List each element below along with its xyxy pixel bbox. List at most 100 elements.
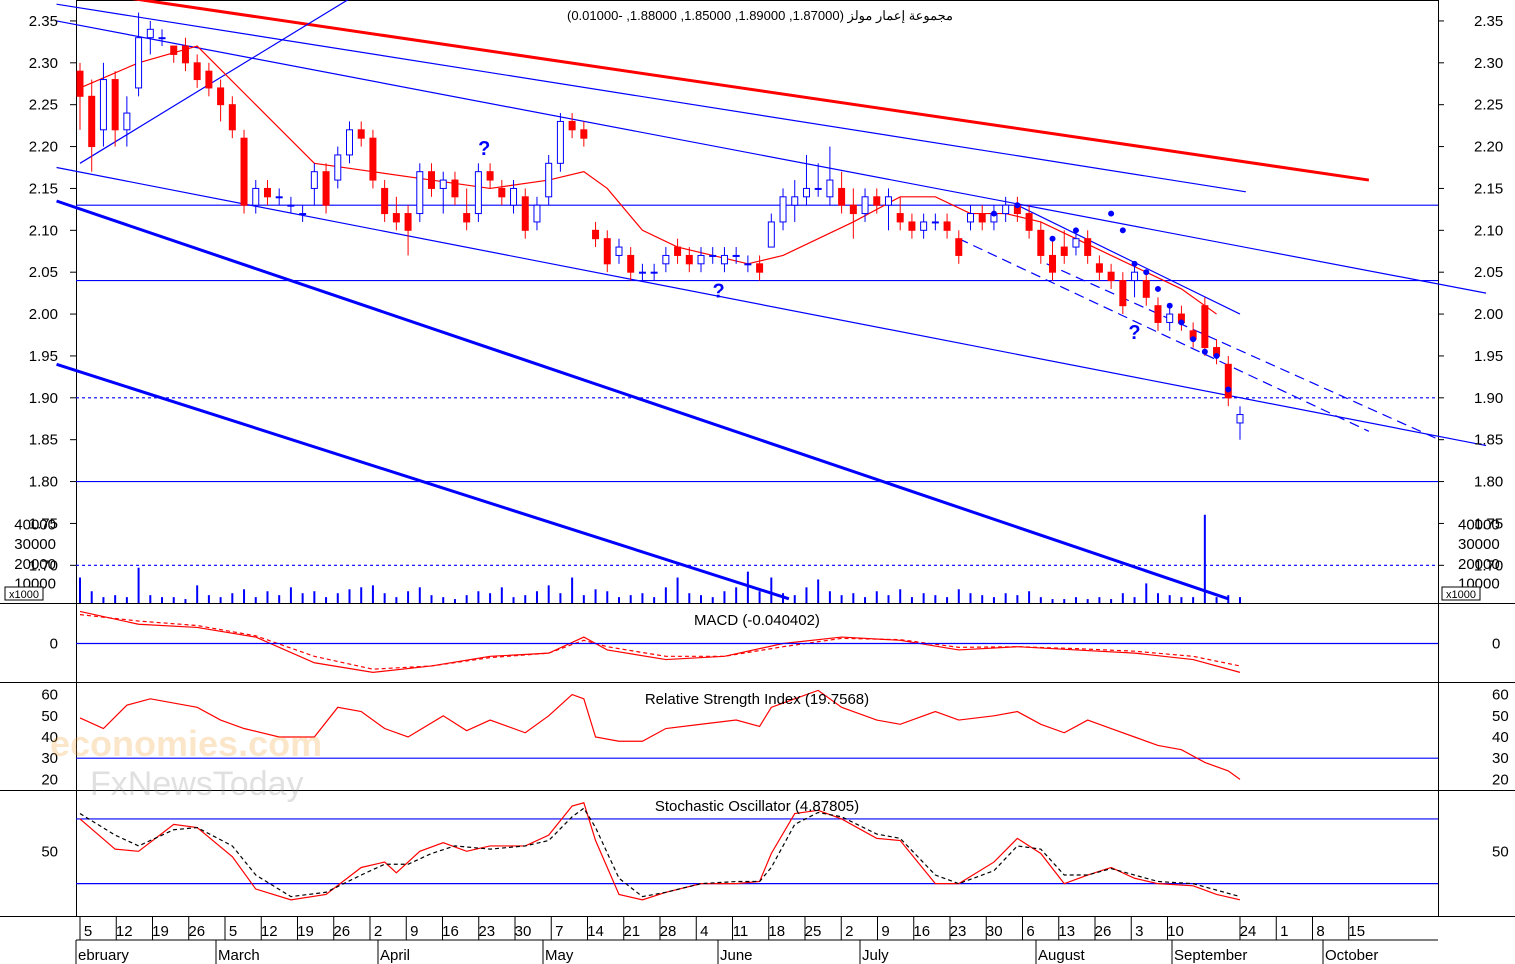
price-tick-left-10: 1.85 (29, 432, 58, 449)
candle-body-9 (181, 45, 189, 64)
candle-body-66 (849, 204, 857, 215)
candle-body-46 (615, 246, 623, 256)
candle-body-28 (404, 213, 412, 231)
candle-body-71 (908, 221, 916, 231)
candle-body-10 (193, 62, 201, 81)
volume-tick-right-0: 40000 (1458, 517, 1500, 534)
day-tick-29: 3 (1135, 923, 1143, 940)
pattern-dot-14 (1072, 227, 1079, 234)
candle-body-76 (967, 213, 975, 223)
candle-body-31 (439, 179, 447, 189)
day-tick-5: 12 (261, 923, 278, 940)
price-tick-right-0: 2.35 (1474, 13, 1503, 30)
price-tick-right-8: 1.95 (1474, 348, 1503, 365)
month-label-6: August (1038, 947, 1086, 964)
macd-tick-left-0: 0 (50, 636, 58, 653)
candle-body-52 (685, 254, 693, 265)
pattern-dot-12 (1014, 202, 1021, 209)
month-label-7: September (1174, 947, 1247, 964)
candle-body-84 (1060, 246, 1068, 256)
candle-body-13 (228, 104, 236, 131)
candle-body-34 (474, 171, 482, 215)
candle-body-64 (826, 179, 834, 198)
candle-body-39 (533, 204, 541, 223)
month-label-0: ebruary (78, 947, 129, 964)
day-tick-11: 23 (478, 923, 495, 940)
candle-body-68 (873, 196, 881, 206)
candle-body-87 (1095, 263, 1103, 273)
day-tick-13: 7 (555, 923, 563, 940)
price-tick-left-0: 2.35 (29, 13, 58, 30)
candle-body-37 (510, 187, 518, 206)
stock-chart: ??? 2.35 2.35 2.30 2.30 2.25 2.25 2.20 2.20 2.15… (0, 0, 1515, 964)
candle-body-26 (381, 187, 389, 215)
candle-body-93 (1166, 313, 1174, 323)
candle-body-30 (428, 171, 436, 189)
volume-tick-right-2: 20000 (1458, 556, 1500, 573)
candle-body-90 (1131, 271, 1139, 282)
day-tick-0: 5 (84, 923, 92, 940)
price-tick-right-11: 1.80 (1474, 474, 1503, 491)
candle-body-19 (299, 213, 307, 216)
candle-body-75 (955, 238, 963, 256)
question-marker-2: ? (1128, 322, 1140, 344)
price-tick-right-3: 2.20 (1474, 139, 1503, 156)
candle-body-25 (369, 137, 377, 181)
candle-body-54 (709, 254, 717, 257)
day-tick-27: 13 (1058, 923, 1075, 940)
price-tick-left-6: 2.05 (29, 264, 58, 281)
candle-body-77 (978, 213, 986, 223)
candle-body-67 (861, 196, 869, 215)
candle-body-22 (334, 154, 342, 181)
price-tick-right-9: 1.90 (1474, 390, 1503, 407)
candle-body-40 (545, 162, 553, 198)
day-tick-14: 14 (587, 923, 604, 940)
candle-body-69 (884, 196, 892, 206)
candle-body-3 (111, 79, 119, 131)
candle-body-91 (1142, 280, 1150, 298)
candle-body-41 (556, 120, 564, 164)
rsi-tick-right-1: 50 (1492, 708, 1509, 725)
candle-body-35 (486, 171, 494, 181)
candle-body-36 (498, 187, 506, 198)
pattern-dot-2 (1131, 260, 1138, 267)
rsi-tick-right-3: 30 (1492, 750, 1509, 767)
day-tick-16: 28 (660, 923, 677, 940)
candle-body-56 (732, 254, 740, 257)
price-tick-left-8: 1.95 (29, 348, 58, 365)
question-marker-0: ? (478, 138, 490, 160)
candle-body-5 (135, 37, 143, 89)
question-marker-1: ? (712, 280, 724, 302)
candle-body-48 (638, 271, 646, 274)
price-tick-left-1: 2.30 (29, 55, 58, 72)
candle-body-49 (650, 271, 658, 274)
pattern-dot-3 (1143, 269, 1150, 276)
month-label-4: June (720, 947, 753, 964)
volume-tick-left-0: 40000 (14, 517, 56, 534)
candle-body-79 (1002, 204, 1010, 215)
candle-body-29 (416, 171, 424, 215)
volume-tick-right-1: 30000 (1458, 536, 1500, 553)
day-tick-2: 19 (152, 923, 169, 940)
macd-label: MACD (-0.040402) (694, 612, 820, 629)
candle-body-89 (1119, 280, 1127, 307)
candle-body-27 (392, 213, 400, 223)
day-tick-4: 5 (229, 923, 237, 940)
day-tick-17: 4 (700, 923, 708, 940)
price-tick-left-2: 2.25 (29, 97, 58, 114)
rsi-label: Relative Strength Index (19.7568) (645, 691, 869, 708)
day-tick-24: 23 (950, 923, 967, 940)
candle-body-60 (779, 196, 787, 223)
candle-body-42 (568, 120, 576, 131)
watermark-fxnewstoday: FxNewsToday (90, 765, 304, 803)
candle-body-18 (287, 204, 295, 207)
month-label-8: October (1325, 947, 1378, 964)
price-tick-right-7: 2.00 (1474, 306, 1503, 323)
day-tick-30: 10 (1167, 923, 1184, 940)
candle-body-88 (1107, 271, 1115, 282)
day-tick-9: 9 (410, 923, 418, 940)
candle-body-17 (275, 196, 283, 199)
price-tick-left-5: 2.10 (29, 222, 58, 239)
price-tick-right-1: 2.30 (1474, 55, 1503, 72)
month-label-3: May (545, 947, 574, 964)
